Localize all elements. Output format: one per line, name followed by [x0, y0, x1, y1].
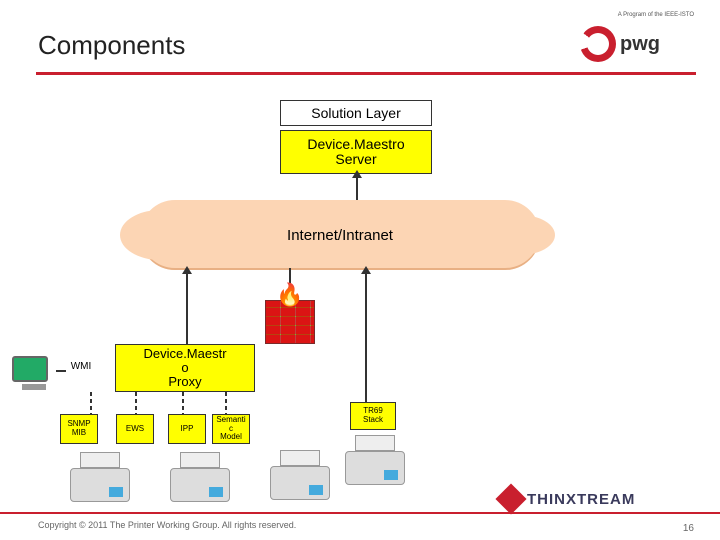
connector-line [356, 174, 358, 202]
dashed-connector [182, 392, 184, 416]
sem-line3: Model [220, 433, 242, 442]
server-line1: Device.Maestro [307, 137, 404, 152]
copyright-text: Copyright © 2011 The Printer Working Gro… [38, 520, 296, 530]
thinxtream-text: THINXTREAM [527, 491, 635, 508]
logo-tagline: A Program of the IEEE-ISTO [618, 12, 694, 18]
dashed-connector [135, 392, 137, 416]
proxy-line1: Device.Maestr [143, 347, 226, 361]
thinxtream-mark-icon [495, 483, 526, 514]
snmp-line2: MIB [72, 429, 86, 438]
tr-line2: Stack [363, 416, 383, 425]
internet-cloud: Internet/Intranet [140, 200, 540, 270]
slide-title: Components [38, 30, 185, 61]
wmi-label: WMI [65, 358, 97, 374]
fire-icon: 🔥 [276, 282, 303, 308]
printer-icon [270, 450, 336, 500]
semantic-model-box: Semanti c Model [212, 414, 250, 444]
server-line2: Server [335, 152, 376, 167]
connector-line [365, 270, 367, 404]
tr69-stack-box: TR69 Stack [350, 402, 396, 430]
proxy-line2: o [181, 361, 188, 375]
ipp-box: IPP [168, 414, 206, 444]
solution-layer-box: Solution Layer [280, 100, 432, 126]
device-maestro-server-box: Device.Maestro Server [280, 130, 432, 174]
printer-icon [70, 452, 136, 502]
thinxtream-logo: THINXTREAM [500, 484, 700, 514]
page-number: 16 [683, 523, 694, 534]
dashed-connector [90, 392, 92, 416]
device-maestro-proxy-box: Device.Maestr o Proxy [115, 344, 255, 392]
pwg-logo-text: pwg [620, 33, 660, 56]
printer-icon [345, 435, 411, 485]
snmp-mib-box: SNMP MIB [60, 414, 98, 444]
pwg-swirl-icon [580, 26, 616, 62]
connector-line [186, 270, 188, 346]
proxy-line3: Proxy [168, 375, 201, 389]
workstation-icon [12, 356, 56, 396]
ews-box: EWS [116, 414, 154, 444]
pwg-logo: A Program of the IEEE-ISTO pwg [580, 24, 696, 64]
dashed-connector [225, 392, 227, 416]
cloud-label: Internet/Intranet [287, 227, 393, 244]
title-rule [36, 72, 696, 75]
printer-icon [170, 452, 236, 502]
